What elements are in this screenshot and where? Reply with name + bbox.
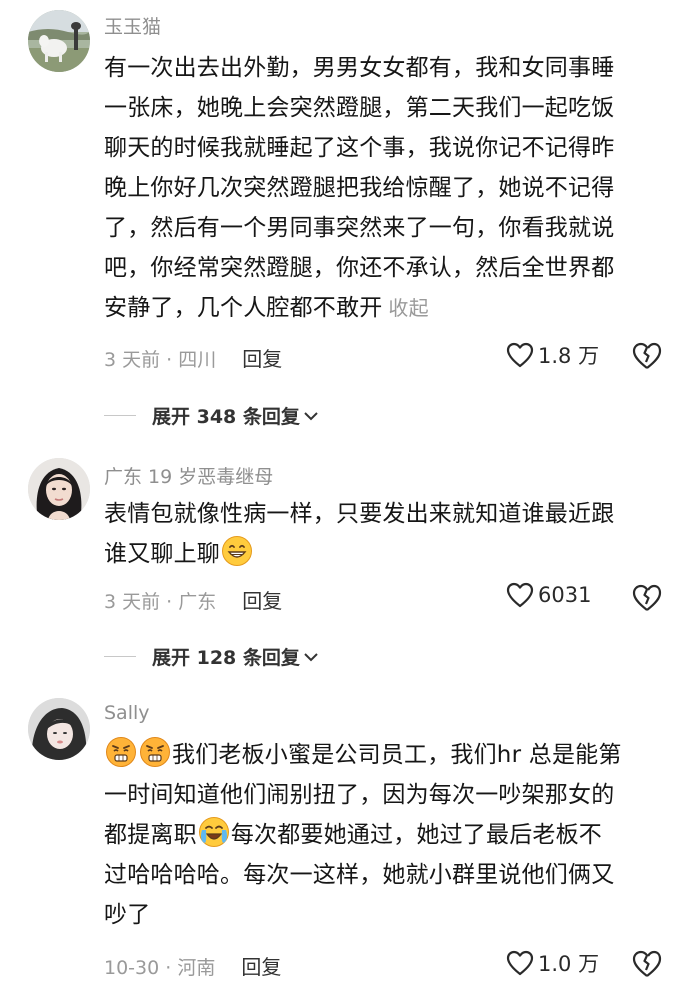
expand-replies-button[interactable]: 展开 348 条回复 <box>104 402 319 429</box>
like-button[interactable]: 1.8 万 <box>506 340 599 370</box>
comment-line-text: 我们老板小蜜是公司员工，我们hr 总是能第 <box>172 742 622 768</box>
comment-line: 吵了 <box>104 902 151 928</box>
avatar[interactable] <box>28 458 90 520</box>
heart-outline-icon <box>506 582 534 608</box>
username[interactable]: 玉玉猫 <box>104 12 161 39</box>
comment-text: 有一次出去出外勤，男男女女都有，我和女同事睡 一张床，她晚上会突然蹬腿，第二天我… <box>104 48 664 328</box>
comment-line-text: 安静了，几个人腔都不敢开 <box>104 295 383 321</box>
reply-button[interactable]: 回复 <box>242 347 282 371</box>
expand-label: 展开 128 条回复 <box>152 647 300 669</box>
expand-label: 展开 348 条回复 <box>152 406 300 428</box>
comment-line: 有一次出去出外勤，男男女女都有，我和女同事睡 <box>104 55 615 81</box>
avatar[interactable] <box>28 10 90 72</box>
comment-line-text: 谁又聊上聊 <box>104 541 220 567</box>
comment-line: 谁又聊上聊 <box>104 534 664 574</box>
comment-line-text: 每次都要她通过，她过了最后老板不 <box>230 822 603 848</box>
comment-line: 过哈哈哈哈。每次一这样，她就小群里说他们俩又 <box>104 862 615 888</box>
crying-emoji <box>198 817 229 847</box>
comment-line: 一张床，她晚上会突然蹬腿，第二天我们一起吃饭 <box>104 95 615 121</box>
comment-line: 表情包就像性病一样，只要发出来就知道谁最近跟 <box>104 501 615 527</box>
timestamp-location: 10-30 · 河南 <box>104 957 216 979</box>
broken-heart-icon[interactable] <box>632 342 662 370</box>
broken-heart-icon[interactable] <box>632 950 662 978</box>
timestamp-location: 3 天前 · 四川 <box>104 349 217 371</box>
username[interactable]: Sally <box>104 702 150 724</box>
chevron-down-icon <box>304 652 318 661</box>
comment-line: 安静了，几个人腔都不敢开 收起 <box>104 288 664 328</box>
comment-line: 吧，你经常突然蹬腿，你还不承认，然后全世界都 <box>104 255 615 281</box>
avatar-image-woman <box>28 458 90 520</box>
comment-meta: 3 天前 · 广东 回复 <box>104 585 282 614</box>
comment-line: 都提离职 每次都要她通过，她过了最后老板不 <box>104 815 664 855</box>
comment-meta: 10-30 · 河南 回复 <box>104 951 281 980</box>
comment-line: 了，然后有一个男同事突然来了一句，你看我就说 <box>104 215 615 241</box>
broken-heart-icon[interactable] <box>632 584 662 612</box>
like-button[interactable]: 1.0 万 <box>506 948 599 978</box>
comment-meta: 3 天前 · 四川 回复 <box>104 343 282 372</box>
grimace-emoji <box>106 737 136 767</box>
avatar[interactable] <box>28 698 90 760</box>
avatar-image-woman <box>28 698 90 760</box>
expand-replies-button[interactable]: 展开 128 条回复 <box>104 643 319 670</box>
like-count: 1.0 万 <box>538 952 600 976</box>
like-count: 6031 <box>538 583 592 607</box>
comment-line: 晚上你好几次突然蹬腿把我给惊醒了，她说不记得 <box>104 175 615 201</box>
divider-dash <box>104 655 136 658</box>
heart-outline-icon <box>506 342 534 368</box>
comment-line: 一时间知道他们闹别扭了，因为每次一吵架那女的 <box>104 782 615 808</box>
divider-dash <box>104 414 136 417</box>
username[interactable]: 广东 19 岁恶毒继母 <box>104 462 273 489</box>
avatar-image-goat <box>28 10 90 72</box>
comment-text: 表情包就像性病一样，只要发出来就知道谁最近跟 谁又聊上聊 <box>104 494 664 574</box>
comment-line: 聊天的时候我就睡起了这个事，我说你记不记得昨 <box>104 135 615 161</box>
chevron-down-icon <box>304 411 318 420</box>
comment-text: 我们老板小蜜是公司员工，我们hr 总是能第 一时间知道他们闹别扭了，因为每次一吵… <box>104 735 664 935</box>
comment-line-text: 都提离职 <box>104 822 197 848</box>
grimace-emoji <box>140 737 170 767</box>
like-button[interactable]: 6031 <box>506 582 591 608</box>
reply-button[interactable]: 回复 <box>241 955 281 979</box>
like-count: 1.8 万 <box>538 344 600 368</box>
comment-line: 我们老板小蜜是公司员工，我们hr 总是能第 <box>104 735 664 775</box>
grinning-emoji <box>222 536 252 566</box>
timestamp-location: 3 天前 · 广东 <box>104 591 217 613</box>
reply-button[interactable]: 回复 <box>242 589 282 613</box>
heart-outline-icon <box>506 950 534 976</box>
collapse-button[interactable]: 收起 <box>388 296 428 320</box>
